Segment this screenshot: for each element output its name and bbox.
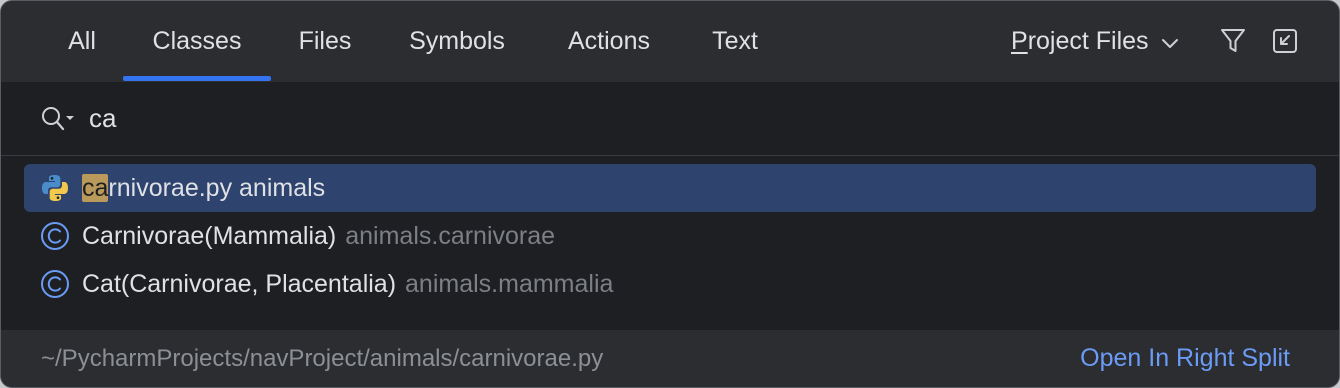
class-icon bbox=[40, 269, 70, 299]
results-panel: carnivorae.py animals Carnivorae(Mammali… bbox=[1, 82, 1339, 330]
tab-label: Actions bbox=[568, 27, 650, 55]
search-row bbox=[1, 82, 1339, 156]
result-location: animals.mammalia bbox=[405, 269, 614, 298]
tab-bar: All Classes Files Symbols Actions Text P… bbox=[1, 1, 1339, 82]
match-highlight: ca bbox=[82, 173, 109, 202]
tab-label: All bbox=[68, 27, 96, 55]
result-location: animals.carnivorae bbox=[345, 221, 556, 250]
tab-symbols[interactable]: Symbols bbox=[389, 1, 525, 82]
tab-classes[interactable]: Classes bbox=[123, 1, 271, 82]
tab-actions[interactable]: Actions bbox=[547, 1, 671, 82]
list-item[interactable]: Cat(Carnivorae, Placentalia) animals.mam… bbox=[24, 260, 1316, 308]
scope-dropdown[interactable]: Project Files bbox=[1011, 1, 1179, 82]
tab-label: Text bbox=[712, 27, 758, 55]
tab-files[interactable]: Files bbox=[281, 1, 369, 82]
result-name: Cat(Carnivorae, Placentalia) bbox=[82, 269, 397, 298]
tab-label: Classes bbox=[152, 27, 242, 55]
class-icon bbox=[40, 221, 70, 251]
chevron-down-icon bbox=[1161, 27, 1179, 56]
open-in-window-icon[interactable] bbox=[1269, 25, 1301, 57]
status-footer: ~/PycharmProjects/navProject/animals/car… bbox=[1, 330, 1339, 387]
search-input[interactable] bbox=[89, 100, 1289, 136]
result-name: Carnivorae(Mammalia) bbox=[82, 221, 337, 250]
file-path: ~/PycharmProjects/navProject/animals/car… bbox=[41, 344, 604, 372]
tab-text[interactable]: Text bbox=[693, 1, 777, 82]
tab-label: Files bbox=[298, 27, 352, 55]
result-name: carnivorae.py animals bbox=[82, 173, 326, 202]
search-everywhere-popup: All Classes Files Symbols Actions Text P… bbox=[0, 0, 1340, 388]
tab-all[interactable]: All bbox=[43, 1, 121, 82]
search-icon[interactable] bbox=[39, 104, 77, 134]
open-in-right-split-link[interactable]: Open In Right Split bbox=[1080, 344, 1290, 373]
filter-icon[interactable] bbox=[1217, 25, 1249, 57]
list-item[interactable]: Carnivorae(Mammalia) animals.carnivorae bbox=[24, 212, 1316, 260]
scope-label: Project Files bbox=[1011, 27, 1149, 55]
tab-label: Symbols bbox=[409, 27, 505, 55]
python-file-icon bbox=[40, 173, 70, 203]
list-item[interactable]: carnivorae.py animals bbox=[24, 164, 1316, 212]
